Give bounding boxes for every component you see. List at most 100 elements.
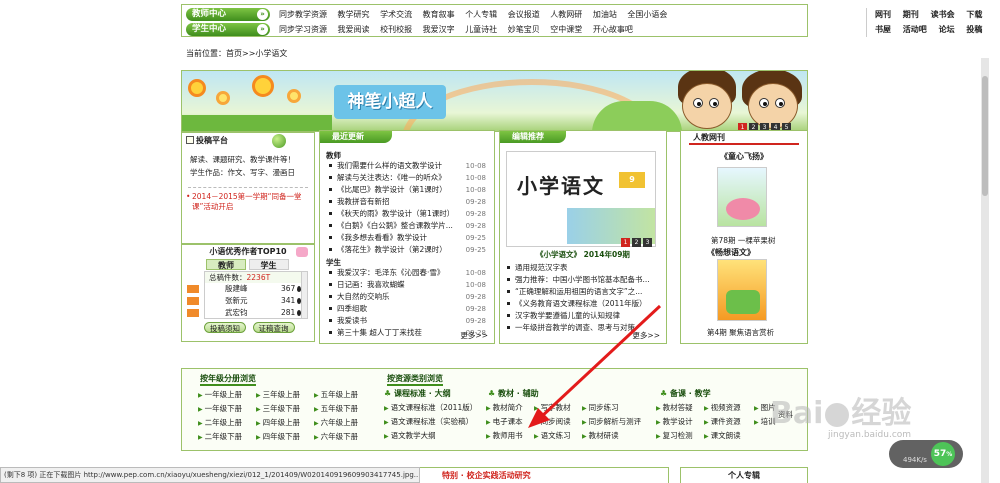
nav-link[interactable]: 会议报道 [508, 10, 540, 19]
grade-link[interactable]: ▶ 五年级下册 [314, 403, 358, 414]
list-item[interactable]: “正确理解和运用祖国的语言文字”之... [504, 286, 664, 298]
tab-teacher[interactable]: 教师 [206, 259, 246, 270]
student-center-button[interactable]: 学生中心 » [186, 23, 270, 36]
author-name[interactable]: 张新元 [225, 295, 248, 307]
cover-page-1[interactable]: 1 [621, 238, 630, 247]
submit-guide-button[interactable]: 投稿须知 [204, 322, 246, 333]
nav-link[interactable]: 下载 [966, 10, 982, 19]
top10-title-row: 小语优秀作者TOP10 [182, 245, 314, 259]
top10-scrollbar[interactable] [301, 272, 307, 318]
author-name[interactable]: 武宏钧 [225, 307, 248, 319]
mag1-name[interactable]: 《童心飞扬》 [681, 151, 807, 162]
mag2-cover[interactable] [717, 259, 767, 321]
cover-page-3[interactable]: 3 [643, 238, 652, 247]
list-item[interactable]: 四季组歌 09-28 [326, 303, 494, 315]
list-item[interactable]: 《落花生》教学设计（第2课时） 09-25 [326, 244, 494, 256]
grade-link[interactable]: ▶ 一年级下册 [198, 403, 242, 414]
magazine-issue: 9 [619, 172, 645, 188]
author-count: 341 [281, 296, 296, 305]
nav-link[interactable]: 教育叙事 [423, 10, 455, 19]
nav-link[interactable]: 学术交流 [380, 10, 412, 19]
hill-decoration [592, 101, 682, 131]
grade-link[interactable]: ▶ 六年级下册 [314, 431, 358, 442]
mag1-caption[interactable]: 第78期 一棵苹果树 [711, 235, 775, 246]
author-row[interactable]: 张新元 341 [187, 295, 307, 307]
list-item[interactable]: 通用规范汉字表 [504, 262, 664, 274]
nav-link[interactable]: 儿童诗社 [465, 25, 497, 34]
latest-more-link[interactable]: 更多>> [460, 330, 488, 341]
list-item[interactable]: 我爱读书 09-28 [326, 315, 494, 327]
nav-link[interactable]: 书屋 [875, 25, 891, 34]
list-item[interactable]: 《白鹅》《白公鹅》整合课教学片... 09-28 [326, 220, 494, 232]
nav-link[interactable]: 全国小语会 [627, 10, 667, 19]
list-item[interactable]: 我们需要什么样的语文教学设计 10-08 [326, 160, 494, 172]
nav-link[interactable]: 妙笔宝贝 [508, 25, 540, 34]
list-item[interactable]: 日记画：我喜欢蝴蝶 10-08 [326, 279, 494, 291]
nav-link[interactable]: 期刊 [903, 10, 919, 19]
nav-link[interactable]: 教学研究 [338, 10, 370, 19]
resource-link[interactable]: ▶ 语文练习 [534, 430, 571, 441]
author-row[interactable]: 殷建峰 367 [187, 283, 307, 295]
list-item[interactable]: 我爱汉字：毛泽东《沁园春·雪》 10-08 [326, 267, 494, 279]
grade-link[interactable]: ▶ 六年级上册 [314, 417, 358, 428]
nav-link[interactable]: 投稿 [966, 25, 982, 34]
author-name[interactable]: 殷建峰 [225, 283, 248, 295]
activity-title[interactable]: 特别 · 校企实践活动研究 [442, 471, 531, 480]
nav-link[interactable]: 校刊校报 [380, 25, 412, 34]
magazine-art [567, 208, 655, 244]
magazine-cover[interactable]: 小学语文 9 1 2 3 [506, 151, 656, 247]
nav-link[interactable]: 加油站 [593, 10, 617, 19]
resource-link[interactable]: ▶ 教师用书 [486, 430, 523, 441]
submit-notice[interactable]: • 2014－2015第一学期“同备一堂课”活动开启 [186, 187, 308, 212]
mag2-caption[interactable]: 第4期 聚焦语言赏析 [707, 327, 774, 338]
teacher-center-button[interactable]: 教师中心 » [186, 8, 270, 21]
author-row[interactable]: 武宏钧 281 [187, 307, 307, 319]
resource-link[interactable]: ▶ 语文课程标准（实验稿） [384, 416, 473, 427]
scrollbar-thumb[interactable] [982, 76, 988, 196]
resource-link[interactable]: ▶ 课文朗读 [704, 430, 741, 441]
resource-link[interactable]: ▶ 教材研读 [582, 430, 619, 441]
list-item[interactable]: 我教拼音有新招 09-28 [326, 196, 494, 208]
grade-link[interactable]: ▶ 二年级下册 [198, 431, 242, 442]
mag1-cover[interactable] [717, 167, 767, 227]
grade-link[interactable]: ▶ 三年级上册 [256, 389, 300, 400]
list-item[interactable]: 解读与关注表达：《唯一的听众》 10-08 [326, 172, 494, 184]
nav-link[interactable]: 同步学习资源 [279, 25, 327, 34]
page-scrollbar[interactable] [981, 58, 989, 483]
nav-link[interactable]: 论坛 [939, 25, 955, 34]
nav-link[interactable]: 开心故事吧 [593, 25, 633, 34]
speed-widget[interactable]: 494K/s 57% [889, 440, 963, 468]
tab-student[interactable]: 学生 [248, 259, 289, 270]
personal-title[interactable]: 个人专辑 [728, 471, 760, 480]
nav-link[interactable]: 网刊 [875, 10, 891, 19]
resource-link[interactable]: ▶ 语文教学大纲 [384, 430, 436, 441]
nav-link[interactable]: 活动吧 [903, 25, 927, 34]
resource-link[interactable]: ▶ 语文课程标准（2011版） [384, 402, 477, 413]
list-item[interactable]: 《我多想去看看》教学设计 09-25 [326, 232, 494, 244]
nav-link[interactable]: 个人专辑 [465, 10, 497, 19]
resource-link[interactable]: ▶ 视频资源 [704, 402, 741, 413]
list-item[interactable]: 大自然的交响乐 09-28 [326, 291, 494, 303]
cover-page-2[interactable]: 2 [632, 238, 641, 247]
grade-link[interactable]: ▶ 五年级上册 [314, 389, 358, 400]
list-item[interactable]: 《秋天的雨》教学设计（第1课时） 09-28 [326, 208, 494, 220]
resource-link[interactable]: ▶ 课件资源 [704, 416, 741, 427]
grade-link[interactable]: ▶ 二年级上册 [198, 417, 242, 428]
submit-notice-link[interactable]: 2014－2015第一学期“同备一堂课”活动开启 [192, 192, 302, 211]
resource-link[interactable]: ▶ 复习检测 [656, 430, 693, 441]
grade-link[interactable]: ▶ 三年级下册 [256, 403, 300, 414]
cert-query-button[interactable]: 证稿查询 [252, 322, 295, 333]
mag2-name[interactable]: 《畅想语文》 [707, 247, 755, 258]
nav-link[interactable]: 人教网研 [550, 10, 582, 19]
grade-link[interactable]: ▶ 四年级上册 [256, 417, 300, 428]
grade-link[interactable]: ▶ 一年级上册 [198, 389, 242, 400]
grade-link[interactable]: ▶ 四年级下册 [256, 431, 300, 442]
nav-link[interactable]: 我爱汉字 [423, 25, 455, 34]
nav-link[interactable]: 空中课堂 [550, 25, 582, 34]
magazine-caption[interactable]: 《小学语文》 2014年09期 [536, 249, 630, 260]
nav-link[interactable]: 我爱阅读 [338, 25, 370, 34]
nav-link[interactable]: 读书会 [931, 10, 955, 19]
list-item[interactable]: 《比尾巴》教学设计（第1课时） 10-08 [326, 184, 494, 196]
list-item[interactable]: 强力推荐：中国小学图书馆基本配备书... [504, 274, 664, 286]
nav-link[interactable]: 同步教学资源 [279, 10, 327, 19]
